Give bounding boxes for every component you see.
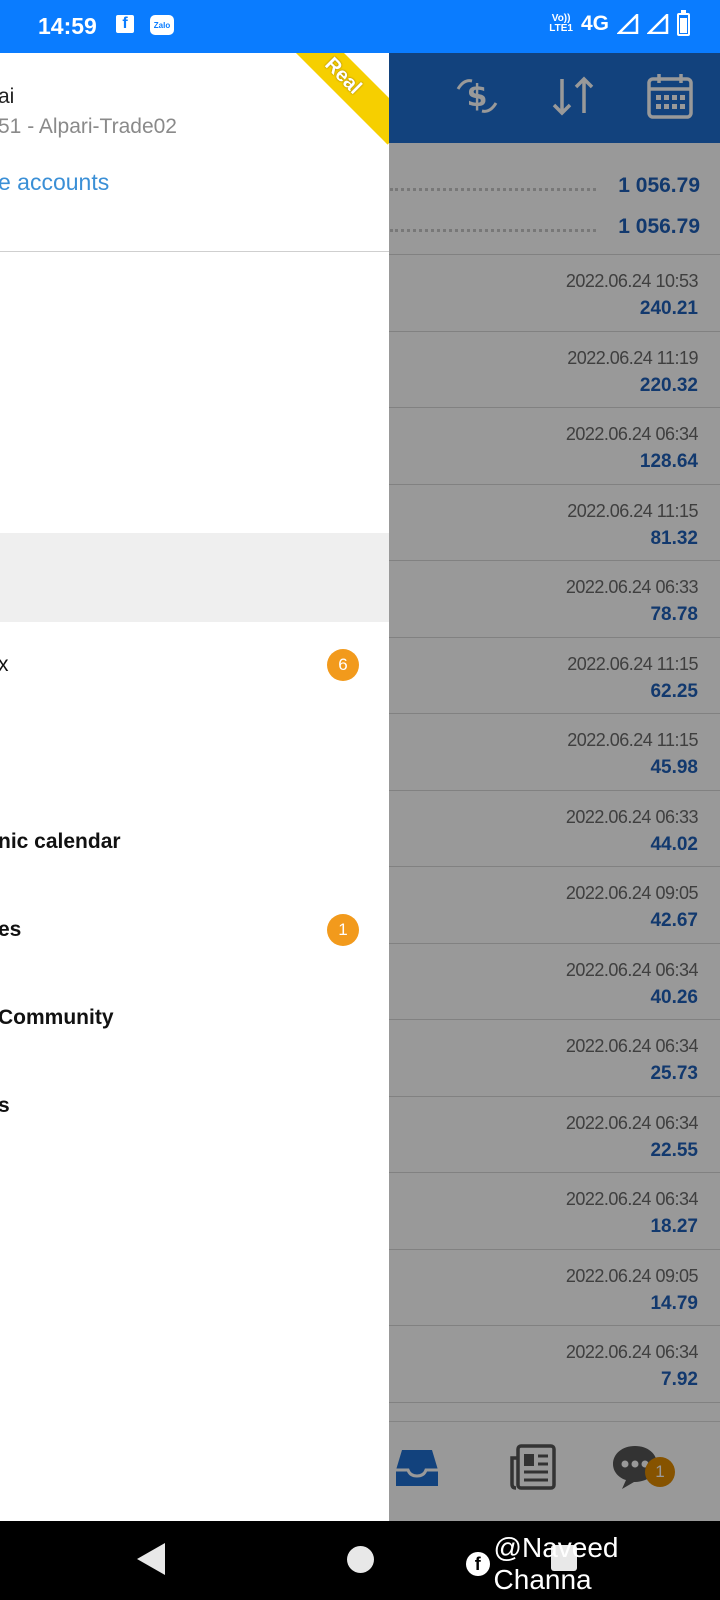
status-time: 14:59 xyxy=(38,13,97,39)
account-name: ai xyxy=(0,85,15,108)
selected-menu-item[interactable] xyxy=(0,533,389,622)
menu-item-community[interactable]: Community xyxy=(0,1006,114,1030)
facebook-icon: f xyxy=(466,1552,490,1576)
menu-item-economic-calendar[interactable]: nic calendar xyxy=(0,830,121,854)
facebook-icon: f xyxy=(116,15,134,33)
account-server: 51 - Alpari-Trade02 xyxy=(0,115,177,138)
navigation-drawer: Real ai 51 - Alpari-Trade02 e accounts x… xyxy=(0,53,389,1521)
home-button[interactable] xyxy=(347,1546,374,1573)
signal-icon xyxy=(617,14,639,34)
drawer-divider xyxy=(0,251,389,252)
volte-icon: Vo)) LTE1 xyxy=(549,13,573,34)
status-indicators: Vo)) LTE1 4G xyxy=(549,9,690,36)
watermark-text: @Naveed Channa xyxy=(493,1532,619,1595)
manage-accounts-link[interactable]: e accounts xyxy=(0,169,109,196)
signal-icon-2 xyxy=(647,14,669,34)
system-navigation-bar: f @Naveed Channa xyxy=(0,1521,720,1600)
messages-badge: 1 xyxy=(327,914,359,946)
real-account-ribbon: Real xyxy=(274,53,389,145)
watermark: f @Naveed Channa xyxy=(466,1532,720,1596)
ribbon-label: Real xyxy=(320,53,367,99)
status-bar: 14:59 f Zalo Vo)) LTE1 4G xyxy=(0,0,720,53)
mailbox-badge: 6 xyxy=(327,649,359,681)
menu-item-messages[interactable]: es xyxy=(0,918,21,942)
menu-item-mailbox[interactable]: x xyxy=(0,653,9,677)
battery-icon xyxy=(677,9,690,36)
network-type: 4G xyxy=(580,12,609,35)
menu-item-settings[interactable]: s xyxy=(0,1094,10,1118)
back-button[interactable] xyxy=(137,1543,165,1575)
zalo-icon: Zalo xyxy=(150,15,174,35)
